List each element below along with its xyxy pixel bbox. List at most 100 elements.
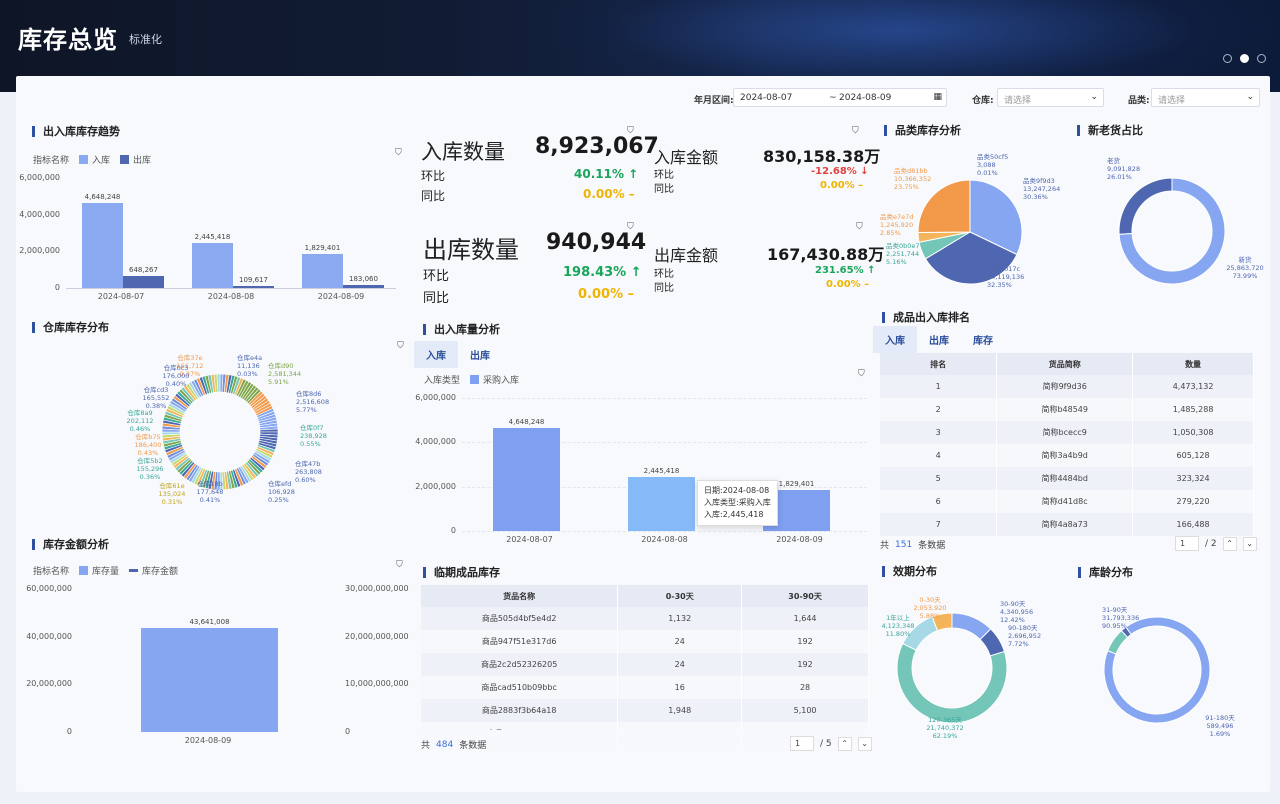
table-cell: 简称bcecc9 xyxy=(996,421,1134,444)
tab-ranking-0[interactable]: 入库 xyxy=(873,326,917,353)
ranking-table: 排名 货品简称 数量 1 简称9f9d36 4,473,132 2 简称b48549 1,485… xyxy=(880,353,1254,536)
warehouse-label: 155,296 xyxy=(137,465,164,473)
warehouse-title: 仓库库存分布 xyxy=(32,322,109,333)
trend-legend-out[interactable]: 出库 xyxy=(133,153,151,166)
tab-outbound[interactable]: 出库 xyxy=(458,341,502,368)
table-row[interactable]: 商品505d4bf5e4d2 1,132 1,644 xyxy=(421,607,869,630)
bar-value-label: 2,445,418 xyxy=(643,466,680,475)
warehouse-label: 仓库0c3 xyxy=(164,363,189,372)
filter-icon[interactable]: ⛉ xyxy=(852,126,859,136)
new-old-title: 新老货占比 xyxy=(1077,125,1143,136)
slice-label: 3,088 xyxy=(977,161,996,169)
date-end[interactable]: 2024-08-09 xyxy=(839,93,891,103)
filter-icon[interactable]: ⛉ xyxy=(396,560,403,570)
amount-legend-amt[interactable]: 库存金额 xyxy=(142,564,178,577)
filter-icon[interactable]: ⛉ xyxy=(395,148,402,158)
table-cell: 4,473,132 xyxy=(1132,375,1254,398)
ranking-page-input[interactable]: 1 xyxy=(1175,536,1199,551)
warehouse-label: 202,112 xyxy=(127,417,154,425)
slice-老货[interactable] xyxy=(1118,177,1173,235)
column-header[interactable]: 货品名称 xyxy=(421,585,619,607)
expiring-title: 临期成品库存 xyxy=(423,567,500,578)
legend-swatch-out xyxy=(120,155,130,164)
inout-legend-series[interactable]: 采购入库 xyxy=(483,373,519,386)
warehouse-label: 106,928 xyxy=(268,488,295,496)
table-row[interactable]: 商品947f51e317d6 24 192 xyxy=(421,630,869,653)
slice-label: 26.01% xyxy=(1107,173,1132,181)
slice-label: 老货 xyxy=(1107,156,1121,165)
page-dot-1[interactable] xyxy=(1223,54,1232,63)
chevron-down-icon[interactable]: ⌄ xyxy=(1242,536,1257,551)
slice-label: 12.42% xyxy=(1000,616,1025,624)
table-row[interactable]: 7 简称4a8a73 166,488 xyxy=(880,513,1254,536)
trend-legend: 指标名称 入库 出库 xyxy=(33,153,151,166)
warehouse-select[interactable]: 请选择 ⌄ xyxy=(997,88,1104,107)
table-row[interactable]: 2 简称b48549 1,485,288 xyxy=(880,398,1254,421)
slice-label: 1.69% xyxy=(1210,730,1231,738)
slice-品类d81bb[interactable] xyxy=(917,179,971,233)
column-header[interactable]: 排名 xyxy=(880,353,998,375)
warehouse-label: 0.25% xyxy=(268,496,289,504)
amount-legend: 指标名称 库存量 库存金额 xyxy=(33,564,178,577)
bar-采购入库 xyxy=(493,427,560,531)
ranking-total-count: 151 xyxy=(895,539,913,550)
warehouse-label: 0.46% xyxy=(130,425,151,433)
y-tick-label: 6,000,000 xyxy=(415,393,456,402)
table-header-row: 货品名称 0-30天 30-90天 xyxy=(421,585,869,607)
y-tick-label: 0 xyxy=(450,526,456,535)
bar-value-label: 2,445,418 xyxy=(194,233,231,242)
column-header[interactable]: 30-90天 xyxy=(741,585,869,607)
grid-line xyxy=(462,398,867,399)
table-row[interactable]: 6 简称d41d8c 279,220 xyxy=(880,490,1254,513)
table-cell: 166,488 xyxy=(1132,513,1254,536)
category-select[interactable]: 请选择 ⌄ xyxy=(1151,88,1260,107)
kpi-in-amt-label: 入库金额 xyxy=(654,148,719,167)
chart-tooltip: 日期:2024-08-08 入库类型:采购入库 入库:2,445,418 xyxy=(697,480,778,526)
column-header[interactable]: 数量 xyxy=(1132,353,1254,375)
tab-ranking-1[interactable]: 出库 xyxy=(917,326,961,353)
chevron-down-icon[interactable]: ⌄ xyxy=(857,736,872,751)
table-cell: 商品2c2d52326205 xyxy=(421,653,619,676)
table-row[interactable]: 商品2883f3b64a18 1,948 5,100 xyxy=(421,699,869,722)
filter-icon[interactable]: ⛉ xyxy=(858,369,865,379)
table-cell: 6 xyxy=(880,490,998,513)
calendar-icon[interactable]: ▦ xyxy=(933,92,942,102)
column-header[interactable]: 0-30天 xyxy=(617,585,743,607)
trend-legend-in[interactable]: 入库 xyxy=(92,153,110,166)
table-row[interactable]: 3 简称bcecc9 1,050,308 xyxy=(880,421,1254,444)
slice-120-365天[interactable] xyxy=(896,642,1008,724)
chevron-up-icon[interactable]: ⌃ xyxy=(1222,536,1237,551)
y-tick-label: 4,000,000 xyxy=(19,209,60,219)
tab-ranking-2[interactable]: 库存 xyxy=(961,326,1005,353)
slice-label: 10,366,352 xyxy=(894,175,931,183)
date-start[interactable]: 2024-08-07 xyxy=(740,93,792,103)
slice-label: 31-90天 xyxy=(1102,606,1128,614)
slice-label: 62.19% xyxy=(933,732,958,740)
warehouse-label: 0.38% xyxy=(146,402,167,410)
x-axis-line xyxy=(66,288,396,289)
table-row[interactable]: 商品cad510b09bbc 16 28 xyxy=(421,676,869,699)
slice-label: 品类e7e7d xyxy=(880,212,913,221)
table-cell: 1,644 xyxy=(741,607,869,630)
slice-label: 品类d017c xyxy=(987,264,1021,273)
table-row[interactable]: 5 简称4484bd 323,324 xyxy=(880,467,1254,490)
table-cell: 1 xyxy=(880,375,998,398)
column-header[interactable]: 货品简称 xyxy=(996,353,1134,375)
table-row[interactable]: 1 简称9f9d36 4,473,132 xyxy=(880,375,1254,398)
table-cell: 商品947f51e317d6 xyxy=(421,630,619,653)
table-row[interactable]: 4 简称3a4b9d 605,128 xyxy=(880,444,1254,467)
kpi-out-amt-label: 出库金额 xyxy=(654,246,719,265)
table-cell: 简称d41d8c xyxy=(996,490,1134,513)
expiring-page-input[interactable]: 1 xyxy=(790,736,814,751)
filter-icon[interactable]: ⛉ xyxy=(397,341,404,351)
date-range-picker[interactable]: 2024-08-07 ~ 2024-08-09 ▦ xyxy=(733,88,947,107)
warehouse-label: 仓库e4a xyxy=(237,353,262,362)
page-dot-2[interactable] xyxy=(1240,54,1249,63)
x-tick-label: 2024-08-09 xyxy=(184,736,232,745)
amount-legend-qty[interactable]: 库存量 xyxy=(92,564,119,577)
tab-inbound[interactable]: 入库 xyxy=(414,341,458,368)
table-row[interactable]: 商品2c2d52326205 24 192 xyxy=(421,653,869,676)
chevron-up-icon[interactable]: ⌃ xyxy=(837,736,852,751)
filter-icon[interactable]: ⛉ xyxy=(856,222,863,232)
page-dot-3[interactable] xyxy=(1257,54,1266,63)
